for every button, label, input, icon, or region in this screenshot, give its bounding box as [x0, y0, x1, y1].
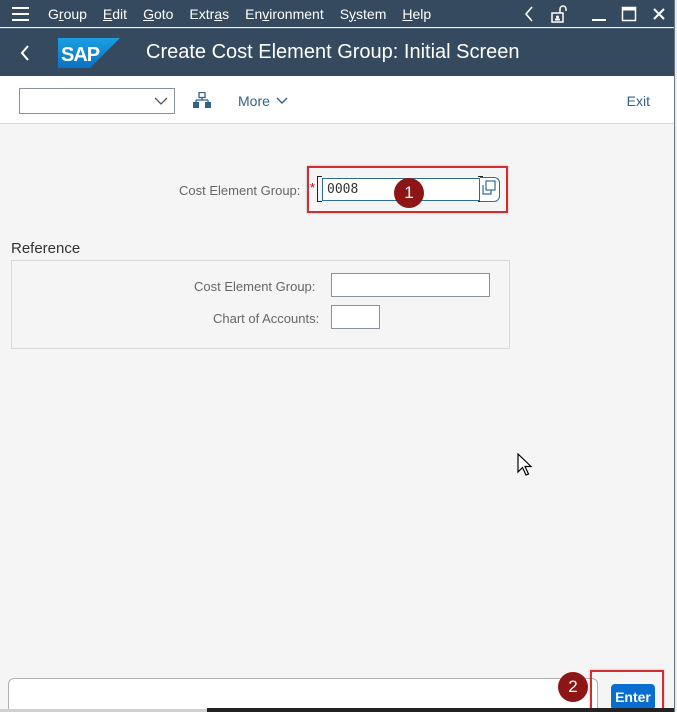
reference-section-title: Reference — [11, 240, 81, 257]
more-button[interactable]: More — [238, 93, 289, 109]
status-bar — [207, 708, 674, 712]
hierarchy-icon[interactable] — [193, 91, 211, 113]
menu-goto[interactable]: Goto — [135, 6, 181, 22]
back-button[interactable] — [0, 29, 50, 77]
reference-cost-element-group-label: Cost Element Group: — [194, 279, 316, 294]
application-toolbar: More Exit — [0, 76, 674, 124]
mouse-cursor-icon — [517, 453, 533, 476]
exit-button[interactable]: Exit — [627, 93, 650, 109]
chevron-down-icon — [276, 97, 288, 104]
menu-environment[interactable]: Environment — [237, 6, 332, 22]
chevron-left-icon[interactable] — [514, 0, 544, 27]
sap-gui-window: Group Edit Goto Extras Environment Syste… — [0, 0, 677, 712]
step-badge-1: 1 — [394, 178, 424, 208]
chevron-down-icon — [154, 97, 168, 105]
command-dropdown[interactable] — [19, 88, 175, 114]
window-controls — [514, 0, 674, 27]
menu-group[interactable]: Group — [40, 6, 95, 22]
chart-of-accounts-label: Chart of Accounts: — [213, 311, 320, 326]
menu-help[interactable]: Help — [394, 6, 439, 22]
minimize-icon[interactable] — [584, 0, 614, 27]
maximize-icon[interactable] — [614, 0, 644, 27]
menu-edit[interactable]: Edit — [95, 6, 135, 22]
menu-bar: Group Edit Goto Extras Environment Syste… — [0, 0, 674, 27]
chart-of-accounts-input[interactable] — [331, 305, 380, 329]
step-badge-2: 2 — [558, 672, 588, 702]
menu-extras[interactable]: Extras — [181, 6, 237, 22]
shell-header: SAP Create Cost Element Group: Initial S… — [0, 28, 674, 76]
sap-logo: SAP — [58, 37, 120, 68]
hamburger-menu-icon[interactable] — [0, 0, 40, 27]
enter-button[interactable]: Enter — [611, 684, 655, 710]
page-title: Create Cost Element Group: Initial Scree… — [146, 41, 520, 63]
svg-text:SAP: SAP — [61, 44, 100, 66]
command-field[interactable] — [8, 678, 598, 712]
close-icon[interactable] — [644, 0, 674, 27]
back-arrow-icon — [20, 44, 29, 61]
reference-cost-element-group-input[interactable] — [331, 273, 490, 297]
cost-element-group-label: Cost Element Group: — [179, 183, 301, 198]
unlock-icon[interactable] — [544, 0, 574, 27]
menu-system[interactable]: System — [332, 6, 395, 22]
